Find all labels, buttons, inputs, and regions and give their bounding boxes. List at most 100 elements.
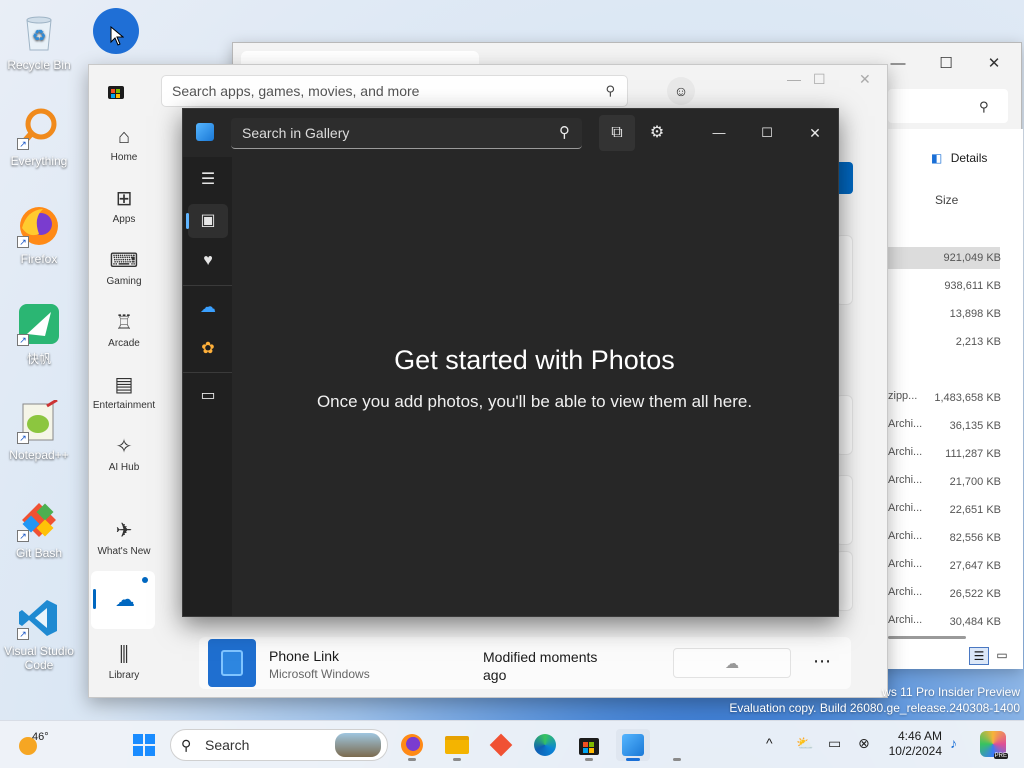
- close-button[interactable]: ✕: [971, 49, 1017, 79]
- desktop-icon-vscode[interactable]: ↗ Visual Studio Code: [2, 596, 76, 672]
- photos-nav-rail: ☰ ▣ ♥ ☁ ✿ ▭: [183, 157, 232, 616]
- desktop-icon-label: 快帆: [26, 352, 51, 366]
- computer-icon: ▭: [200, 387, 216, 404]
- copilot-button[interactable]: PRE: [980, 731, 1008, 759]
- settings-button[interactable]: ⚙: [639, 115, 675, 151]
- maximize-button[interactable]: ☐: [749, 115, 785, 151]
- account-button[interactable]: ☺: [667, 77, 695, 105]
- taskbar-firefox[interactable]: [395, 729, 429, 761]
- nav-item-home[interactable]: ⌂ Home: [89, 125, 159, 163]
- tiles-view-toggle[interactable]: ▭: [993, 647, 1011, 665]
- details-pane-icon: ◧: [931, 151, 943, 165]
- firefox-icon: ↗: [17, 204, 61, 248]
- watermark-line: Evaluation copy. Build 26080.ge_release.…: [729, 701, 1020, 715]
- taskbar-search[interactable]: ⚲ Search: [170, 729, 388, 761]
- table-cell-type: Archi...: [888, 558, 923, 570]
- home-icon: ⌂: [117, 126, 131, 148]
- phone-link-app-icon: [208, 639, 256, 687]
- search-icon: ⚲: [181, 737, 192, 753]
- taskbar-photos[interactable]: [616, 729, 650, 761]
- import-button[interactable]: ⧉: [599, 115, 635, 151]
- desktop-icon-notepadpp[interactable]: ↗ Notepad++: [2, 398, 76, 462]
- table-cell-type: Archi...: [888, 474, 923, 486]
- explorer-search-box[interactable]: [888, 89, 1008, 123]
- column-header-size[interactable]: Size: [935, 193, 958, 207]
- maximize-button[interactable]: ☐: [923, 49, 969, 79]
- search-icon: ⚲: [605, 83, 615, 98]
- nav-item-arcade[interactable]: ♖ Arcade: [89, 311, 159, 349]
- active-indicator: [93, 589, 96, 609]
- table-cell-type: Archi...: [888, 530, 923, 542]
- tray-network-off[interactable]: ⛅: [796, 735, 813, 752]
- taskbar-file-explorer[interactable]: [440, 729, 474, 761]
- store-search-input[interactable]: Search apps, games, movies, and more ⚲: [161, 75, 628, 107]
- store-search-placeholder: Search apps, games, movies, and more: [172, 83, 420, 99]
- desktop-icon-label: Visual Studio Code: [4, 644, 74, 672]
- photos-window[interactable]: Search in Gallery ⚲ ⧉ ⚙ — ☐ ✕ ☰ ▣ ♥ ☁ ✿ …: [182, 108, 839, 617]
- photos-app-icon: [196, 123, 214, 141]
- nav-icloud-button[interactable]: ✿: [188, 332, 228, 366]
- nav-favorites-button[interactable]: ♥: [188, 244, 228, 278]
- nav-device-button[interactable]: ▭: [188, 379, 228, 413]
- firefox-icon: [401, 734, 423, 756]
- rocket-icon: ✈: [115, 520, 133, 542]
- nav-item-downloads[interactable]: ☁: [91, 571, 155, 629]
- nav-item-apps[interactable]: ⊞ Apps: [89, 187, 159, 225]
- more-options-button[interactable]: ⋯: [807, 649, 837, 677]
- desktop-icon-recycle-bin[interactable]: ♻ Recycle Bin: [2, 10, 76, 72]
- notifications-button[interactable]: ♪: [950, 735, 957, 751]
- running-indicator: [453, 758, 461, 761]
- taskbar-edge[interactable]: [528, 729, 562, 761]
- clock[interactable]: 4:46 AM 10/2/2024: [882, 729, 942, 759]
- rail-divider: [183, 285, 232, 286]
- minimize-button[interactable]: —: [787, 71, 801, 87]
- app-name: Phone Link: [269, 648, 340, 664]
- show-hidden-icons-button[interactable]: ^: [766, 735, 773, 751]
- desktop-icon-kuaifan[interactable]: ↗ 快帆: [2, 302, 76, 367]
- taskbar-store[interactable]: [572, 729, 606, 761]
- app-publisher: Microsoft Windows: [269, 667, 370, 681]
- desktop-icon-git-bash[interactable]: ↗ Git Bash: [2, 498, 76, 560]
- nav-item-whats-new[interactable]: ✈ What's New: [89, 519, 159, 557]
- download-button[interactable]: ☁: [673, 648, 791, 678]
- desktop-icon-firefox[interactable]: ↗ Firefox: [2, 204, 76, 266]
- minimize-button[interactable]: —: [701, 115, 737, 151]
- taskbar-git[interactable]: [484, 729, 518, 761]
- gallery-search-placeholder: Search in Gallery: [242, 125, 350, 141]
- desktop-icon-label: Notepad++: [9, 448, 69, 462]
- taskbar-app-hidden[interactable]: [660, 729, 694, 761]
- table-cell-size: 2,213 KB: [955, 336, 1001, 348]
- nav-label: Library: [108, 670, 140, 681]
- nav-item-entertainment[interactable]: ▤ Entertainment: [89, 373, 159, 411]
- nav-item-gaming[interactable]: ⌨ Gaming: [89, 249, 159, 287]
- evaluation-watermark: ws 11 Pro Insider Preview Evaluation cop…: [729, 684, 1020, 716]
- details-view-toggle[interactable]: ☰: [969, 647, 989, 665]
- nav-item-ai-hub[interactable]: ✧ AI Hub: [89, 435, 159, 473]
- search-icon: ⚲: [979, 99, 989, 114]
- start-button[interactable]: [127, 729, 161, 761]
- notepadpp-icon: ↗: [17, 398, 61, 444]
- desktop-icon-everything[interactable]: ↗ Everything: [2, 106, 76, 168]
- gallery-search-input[interactable]: Search in Gallery ⚲: [231, 118, 582, 149]
- tray-display[interactable]: ▭: [828, 735, 841, 752]
- table-cell-size: 36,135 KB: [949, 420, 1001, 432]
- close-button[interactable]: ✕: [797, 115, 833, 151]
- horizontal-scrollbar[interactable]: [888, 636, 966, 639]
- close-button[interactable]: ✕: [859, 71, 871, 88]
- pre-badge: PRE: [993, 753, 1008, 759]
- weather-widget[interactable]: 46°: [16, 727, 66, 763]
- nav-label: Arcade: [108, 338, 140, 349]
- library-icon: ⫼: [119, 644, 129, 666]
- nav-menu-button[interactable]: ☰: [188, 163, 228, 197]
- gallery-icon: ▣: [200, 212, 216, 229]
- download-list-item[interactable]: Phone Link Microsoft Windows Modified mo…: [199, 637, 851, 689]
- details-button[interactable]: ◧ Details: [931, 151, 987, 165]
- nav-item-library[interactable]: ⫼ Library: [89, 643, 159, 681]
- desktop-icon-label: Everything: [10, 154, 68, 168]
- cloud-download-icon: ☁: [725, 655, 739, 671]
- bell-icon: ♪: [950, 735, 957, 751]
- maximize-button[interactable]: ☐: [813, 71, 826, 88]
- tray-volume[interactable]: ⊗: [858, 735, 870, 752]
- nav-onedrive-button[interactable]: ☁: [188, 291, 228, 325]
- nav-gallery-button[interactable]: ▣: [186, 204, 228, 238]
